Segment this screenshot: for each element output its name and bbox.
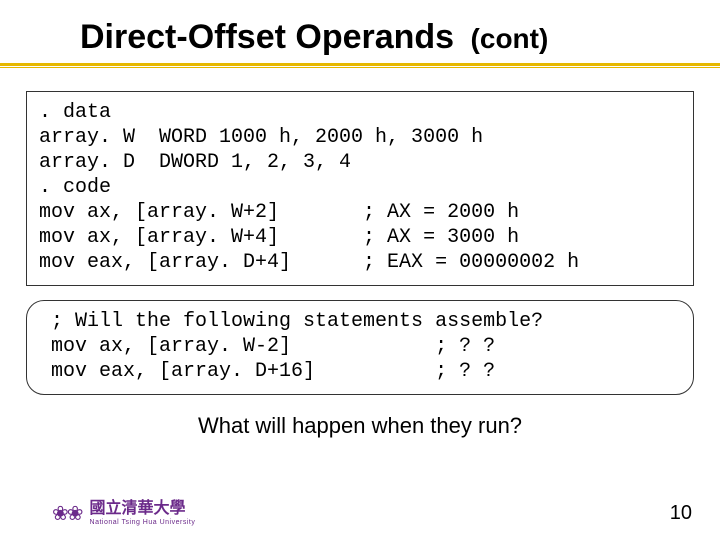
code-line: array. D DWORD 1, 2, 3, 4 [39, 151, 351, 174]
title-cont: (cont) [471, 23, 549, 54]
code-line: array. W WORD 1000 h, 2000 h, 3000 h [39, 126, 483, 149]
question-text: What will happen when they run? [0, 413, 720, 439]
logo-icon: ❀❀ [52, 501, 82, 526]
title-underline [0, 63, 720, 69]
code-line: mov ax, [array. W+4] ; AX = 3000 h [39, 226, 519, 249]
footer: ❀❀ 國立清華大學 National Tsing Hua University … [52, 501, 692, 526]
logo-text-cn: 國立清華大學 [90, 501, 196, 517]
code-line: . code [39, 176, 111, 199]
code-line: mov eax, [array. D+4] ; EAX = 00000002 h [39, 251, 579, 274]
page-number: 10 [670, 502, 692, 525]
code-line: . data [39, 101, 111, 124]
university-logo: ❀❀ 國立清華大學 National Tsing Hua University [52, 501, 195, 526]
code-block-1: . data array. W WORD 1000 h, 2000 h, 300… [26, 91, 694, 286]
slide-title: Direct-Offset Operands (cont) [0, 0, 720, 57]
code-line: mov eax, [array. D+16] ; ? ? [39, 360, 495, 383]
logo-text-en: National Tsing Hua University [90, 519, 196, 526]
code-line: ; Will the following statements assemble… [39, 310, 543, 333]
code-block-2: ; Will the following statements assemble… [26, 300, 694, 395]
title-main: Direct-Offset Operands [80, 18, 454, 56]
code-line: mov ax, [array. W-2] ; ? ? [39, 335, 495, 358]
code-line: mov ax, [array. W+2] ; AX = 2000 h [39, 201, 519, 224]
